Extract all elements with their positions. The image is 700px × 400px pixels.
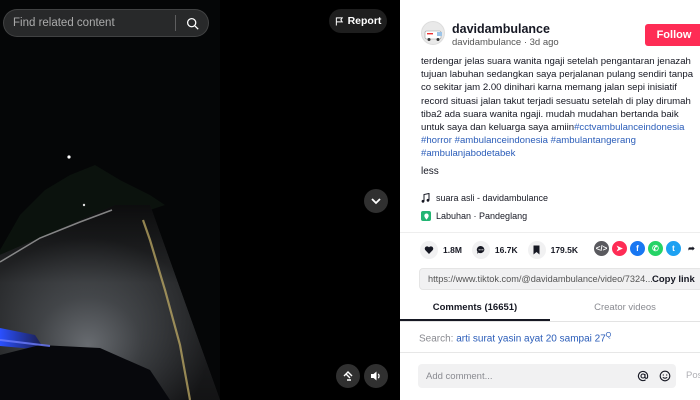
tab-creator-videos[interactable]: Creator videos bbox=[550, 298, 700, 321]
emoji-icon bbox=[659, 370, 671, 382]
hashtag-link[interactable]: #ambulantangerang bbox=[551, 135, 636, 146]
video-frame bbox=[0, 0, 400, 400]
twitter-icon[interactable]: t bbox=[666, 241, 681, 256]
hashtag-link[interactable]: #ambulanjabodetabek bbox=[421, 148, 515, 159]
send-icon[interactable]: ➤ bbox=[612, 241, 627, 256]
report-button[interactable]: Report bbox=[329, 9, 387, 33]
like-stat[interactable]: 1.8M bbox=[420, 241, 462, 259]
follow-button[interactable]: Follow bbox=[645, 24, 700, 46]
description-line: tujuan labuhan sedangkan saya perjalanan… bbox=[421, 69, 694, 81]
comment-stat[interactable]: 16.7K bbox=[471, 241, 518, 259]
divider bbox=[400, 232, 700, 233]
copy-link-button[interactable]: Copy link bbox=[652, 274, 700, 285]
search-prefix: Search: bbox=[419, 333, 454, 345]
ambulance-avatar-icon bbox=[424, 30, 442, 41]
music-note-icon bbox=[421, 193, 430, 203]
volume-icon bbox=[371, 371, 380, 381]
author-username[interactable]: davidambulance bbox=[452, 22, 550, 36]
related-search-input[interactable] bbox=[4, 10, 175, 36]
divider bbox=[400, 352, 700, 353]
facebook-icon[interactable]: f bbox=[630, 241, 645, 256]
comment-input[interactable] bbox=[418, 370, 632, 382]
hashtag-link[interactable]: #horror bbox=[421, 135, 452, 146]
sound-label: suara asli - davidambulance bbox=[436, 193, 549, 203]
whatsapp-icon[interactable]: ✆ bbox=[648, 241, 663, 256]
details-panel: davidambulance davidambulance · 3d ago F… bbox=[400, 0, 700, 400]
search-button[interactable] bbox=[176, 10, 208, 36]
volume-button[interactable] bbox=[364, 364, 388, 388]
hashtag-link[interactable]: #cctvambulanceindonesia bbox=[574, 122, 684, 133]
search-query: arti surat yasin ayat 20 sampai 27 bbox=[456, 333, 606, 345]
bookmark-icon bbox=[527, 241, 546, 259]
avatar[interactable] bbox=[421, 21, 445, 45]
location-label: Labuhan · Pandeglang bbox=[436, 211, 528, 221]
floating-player-icon bbox=[343, 371, 353, 381]
location-icon bbox=[421, 211, 431, 221]
like-count: 1.8M bbox=[443, 245, 462, 255]
location-link[interactable]: Labuhan · Pandeglang bbox=[421, 211, 527, 221]
comments-tabs: Comments (16651) Creator videos bbox=[400, 298, 700, 322]
post-button[interactable]: Post bbox=[686, 370, 700, 381]
hashtag-link[interactable]: #ambulanceindonesia bbox=[455, 135, 548, 146]
tab-comments[interactable]: Comments (16651) bbox=[400, 298, 550, 321]
save-count: 179.5K bbox=[550, 245, 579, 255]
related-search-bar[interactable] bbox=[3, 9, 209, 37]
embed-icon[interactable]: </> bbox=[594, 241, 609, 256]
author-subline: davidambulance · 3d ago bbox=[452, 37, 559, 48]
description-line: untuk saya dan keluarga saya amiin bbox=[421, 122, 575, 134]
less-toggle[interactable]: less bbox=[421, 166, 439, 177]
video-link[interactable]: https://www.tiktok.com/@davidambulance/v… bbox=[420, 274, 652, 284]
next-video-button[interactable] bbox=[364, 189, 388, 213]
description-line: tiba2 ada suara wanita ngaji. mudah muda… bbox=[421, 108, 679, 120]
save-stat[interactable]: 179.5K bbox=[527, 241, 579, 259]
share-buttons: </> ➤ f ✆ t ➦ bbox=[594, 241, 699, 256]
share-arrow-icon[interactable]: ➦ bbox=[684, 241, 699, 256]
comment-icon bbox=[471, 241, 490, 259]
floating-player-button[interactable] bbox=[336, 364, 360, 388]
search-icon bbox=[186, 17, 199, 30]
description-line: record situasi jalan takut terjadi sesua… bbox=[421, 95, 691, 107]
sound-link[interactable]: suara asli - davidambulance bbox=[421, 193, 548, 203]
report-label: Report bbox=[347, 15, 382, 27]
mention-button[interactable] bbox=[632, 370, 654, 382]
emoji-button[interactable] bbox=[654, 370, 676, 382]
heart-icon bbox=[420, 241, 438, 259]
video-link-box: https://www.tiktok.com/@davidambulance/v… bbox=[419, 268, 700, 290]
comment-count: 16.7K bbox=[494, 245, 518, 255]
video-player[interactable]: Report bbox=[0, 0, 400, 400]
video-description: terdengar jelas suara wanita ngaji setel… bbox=[421, 55, 700, 161]
at-sign-icon bbox=[637, 370, 649, 382]
related-search-suggestion[interactable]: Search: arti surat yasin ayat 20 sampai … bbox=[419, 332, 611, 344]
engagement-stats: 1.8M 16.7K 179.5K bbox=[420, 241, 578, 259]
comment-box bbox=[418, 364, 676, 388]
chevron-down-icon bbox=[371, 198, 381, 205]
description-line: terdengar jelas suara wanita ngaji setel… bbox=[421, 56, 691, 67]
flag-icon bbox=[335, 16, 343, 26]
description-line: co sekitar jam 2.00 dinihari karna meman… bbox=[421, 82, 677, 94]
search-query-icon: Q bbox=[605, 332, 612, 339]
